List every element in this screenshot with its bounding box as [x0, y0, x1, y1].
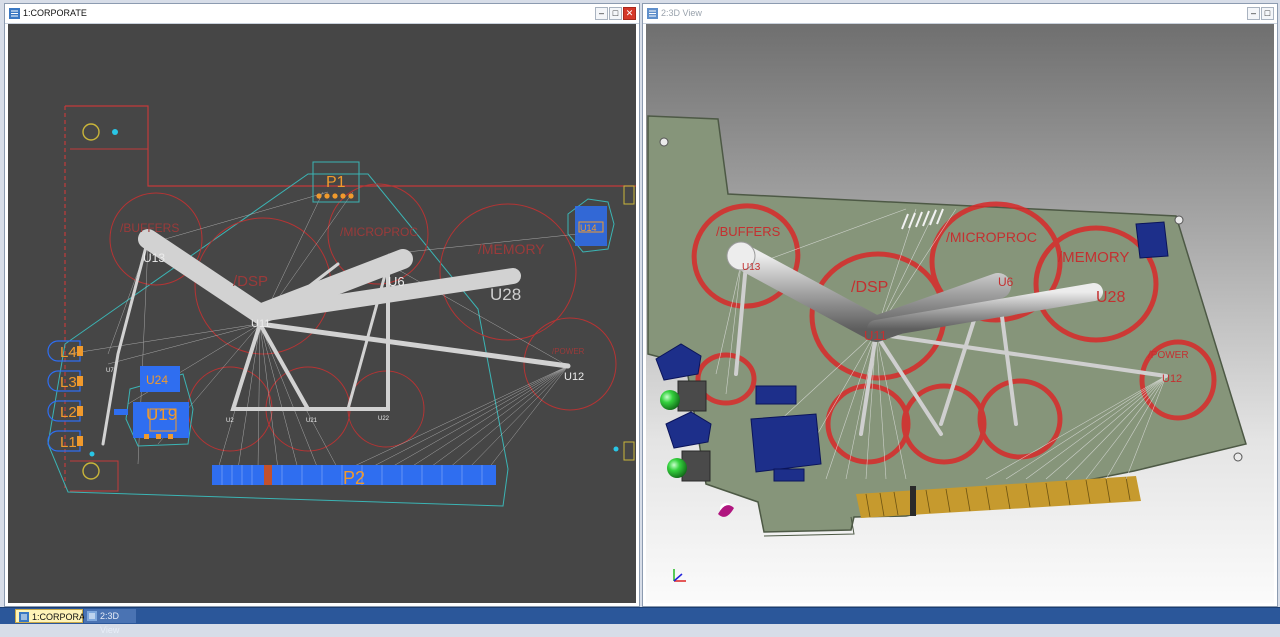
pcb-layout-drawing[interactable]: P1 /BUFFERS U13 /DSP U11 /MICROPROC U6 /…	[8, 24, 636, 603]
layout-canvas[interactable]: P1 /BUFFERS U13 /DSP U11 /MICROPROC U6 /…	[8, 24, 636, 603]
layout-label-l3: L3	[60, 374, 77, 391]
axis-triad-icon	[673, 569, 686, 582]
tab-3d-view[interactable]: 2:3D View	[84, 609, 136, 635]
maximize-button[interactable]: □	[1261, 7, 1274, 20]
minimize-button[interactable]: –	[1247, 7, 1260, 20]
3d-label-buffers: /BUFFERS	[716, 224, 781, 239]
layout-titlebar[interactable]: 1:CORPORATE – □ ✕	[5, 4, 639, 24]
layout-label-u11: U11	[251, 318, 270, 330]
3d-label-u28: U28	[1096, 289, 1125, 306]
3d-view-window[interactable]: 2:3D View – □ /BUFFERS U13 /DSP U11 /MIC…	[642, 3, 1278, 607]
3d-label-u11: U11	[864, 328, 887, 343]
layout-label-u22: U22	[378, 416, 390, 422]
layout-label-u28: U28	[490, 285, 521, 304]
board-outline	[70, 460, 119, 492]
3d-label-u12: U12	[1162, 373, 1182, 385]
layout-label-microproc: /MICROPROC	[340, 225, 418, 239]
layout-window-title: 1:CORPORATE	[23, 8, 87, 18]
minimize-button[interactable]: –	[595, 7, 608, 20]
3d-view-icon	[647, 8, 658, 19]
3d-label-memory: /MEMORY	[1058, 249, 1129, 266]
led-indicator	[667, 458, 687, 478]
close-button[interactable]: ✕	[623, 7, 636, 20]
layout-view-icon	[19, 612, 29, 622]
layout-label-u19: U19	[146, 405, 177, 424]
layout-label-memory: /MEMORY	[478, 241, 545, 257]
layout-label-u2: U2	[226, 418, 234, 424]
3d-label-dsp: /DSP	[851, 279, 888, 296]
board-logo	[718, 503, 734, 517]
led-indicator	[660, 390, 680, 410]
3d-view-titlebar[interactable]: 2:3D View – □	[643, 4, 1277, 24]
layout-view-icon	[9, 8, 20, 19]
maximize-button[interactable]: □	[609, 7, 622, 20]
layout-label-buffers: /BUFFERS	[120, 221, 179, 235]
3d-view-icon	[87, 611, 97, 621]
layout-label-l4: L4	[60, 344, 77, 361]
tab-corporate[interactable]: 1:CORPORATE	[15, 609, 96, 623]
tab-3d-view-label: 2:3D View	[100, 611, 120, 635]
layout-label-u7: U7	[106, 368, 114, 374]
layout-label-power: /POWER	[552, 347, 585, 356]
layout-label-l1: L1	[60, 434, 77, 451]
3d-canvas[interactable]: /BUFFERS U13 /DSP U11 /MICROPROC U6 /MEM…	[646, 24, 1274, 603]
3d-label-u6: U6	[998, 275, 1014, 289]
layout-label-dsp: /DSP	[233, 273, 268, 290]
3d-label-u13: U13	[742, 262, 761, 273]
3d-board-render[interactable]: /BUFFERS U13 /DSP U11 /MICROPROC U6 /MEM…	[646, 24, 1274, 603]
3d-label-microproc: /MICROPROC	[946, 229, 1037, 245]
layout-label-u14: U14	[580, 223, 597, 233]
layout-label-p1: P1	[326, 174, 346, 191]
layout-window[interactable]: 1:CORPORATE – □ ✕ P1 /BUFFERS U13 /DSP U…	[4, 3, 640, 607]
layout-label-u21: U21	[306, 418, 318, 424]
layout-label-u6: U6	[388, 274, 405, 289]
keepout-outline	[47, 173, 509, 507]
layout-label-u13: U13	[143, 251, 165, 265]
layout-label-l2: L2	[60, 404, 77, 421]
window-taskbar: 1:CORPORATE 2:3D View	[0, 607, 1280, 635]
layout-label-p2: P2	[343, 468, 365, 488]
3d-label-power: /POWER	[1148, 350, 1189, 361]
layout-label-u12: U12	[564, 371, 584, 383]
3d-view-window-title: 2:3D View	[661, 8, 702, 18]
layout-label-u24: U24	[146, 373, 168, 387]
